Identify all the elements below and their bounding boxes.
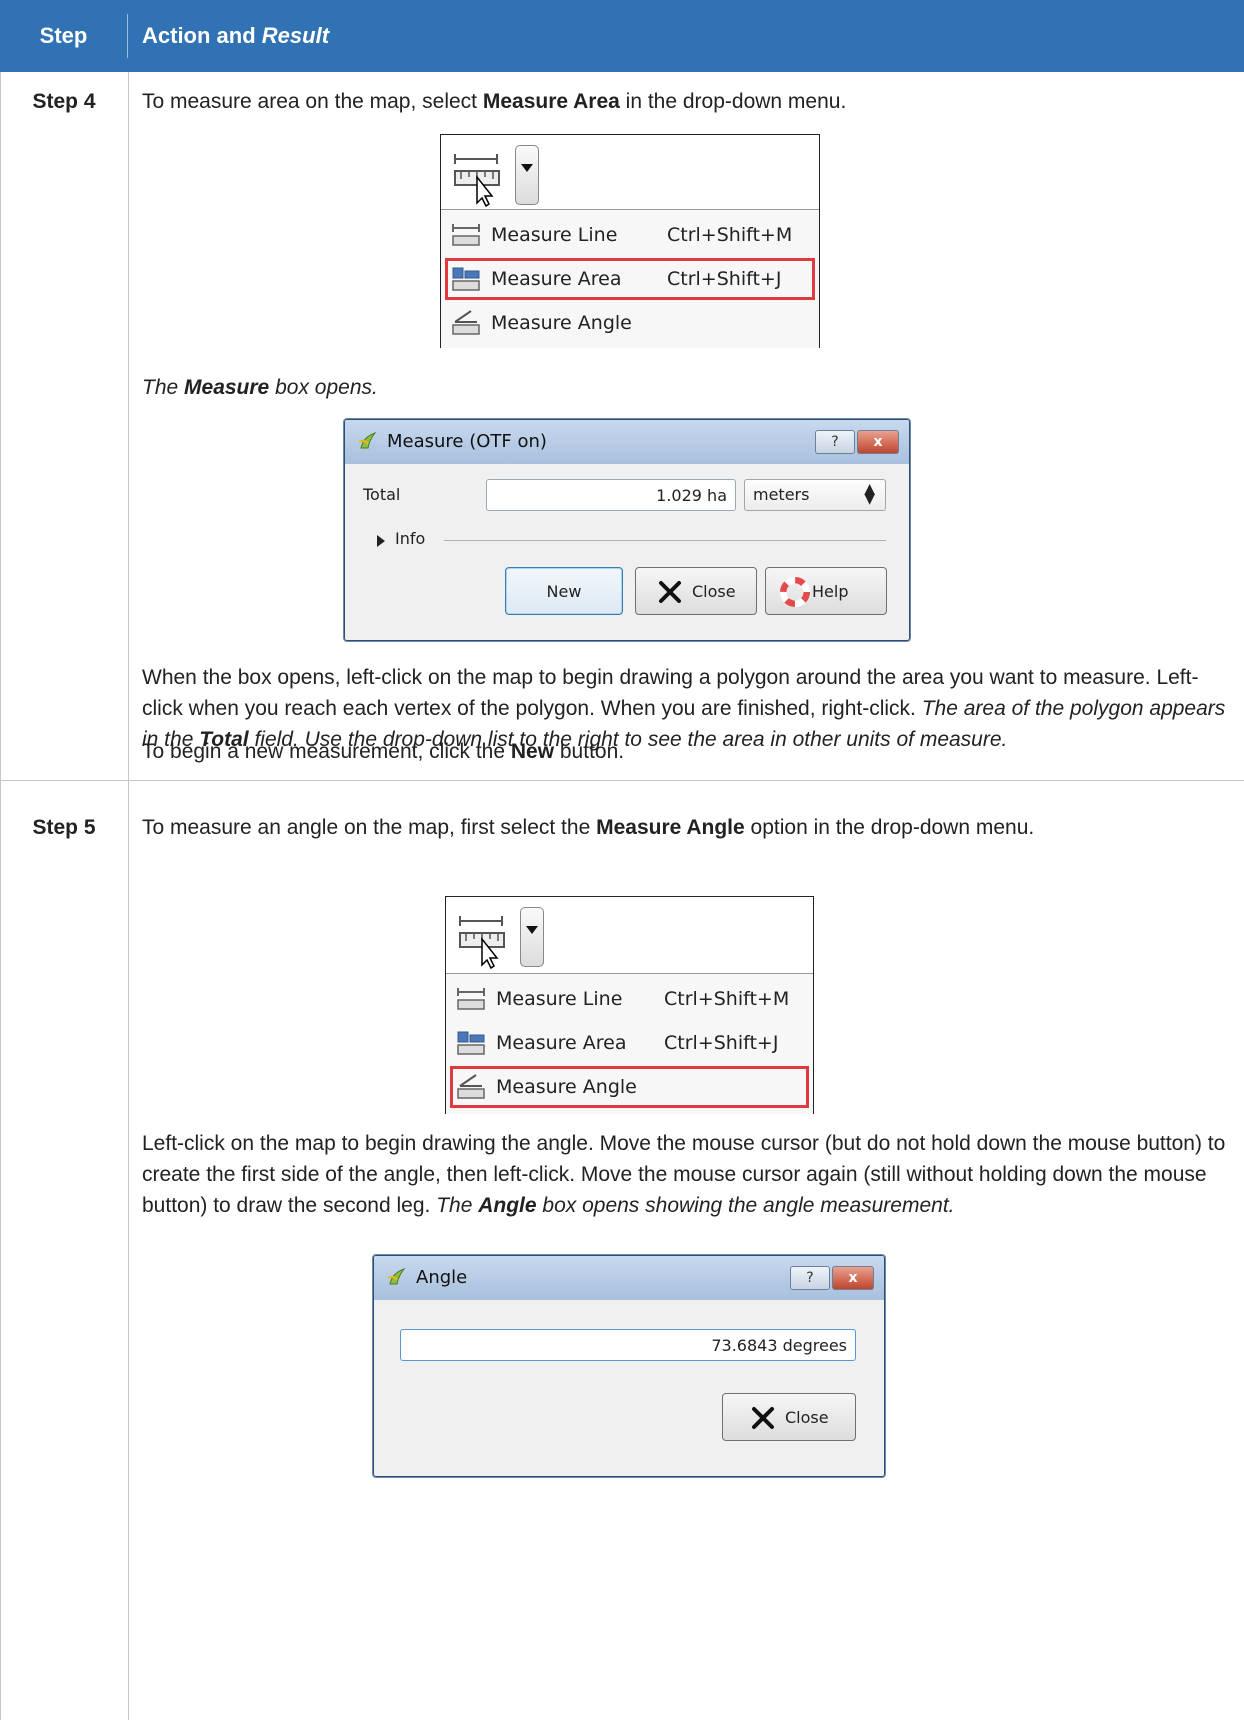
dropdown-arrow-button[interactable] [520,907,544,967]
step-5-intro-text: To measure an angle on the map, first se… [142,816,597,839]
angle-dialog-titlebar: Angle ? x [374,1256,884,1300]
total-field[interactable]: 1.029 ha [486,479,736,511]
lifebuoy-icon [780,577,810,607]
help-title-button[interactable]: ? [790,1266,830,1290]
close-button[interactable]: Close [722,1393,856,1441]
measure-menu: Measure Line Ctrl+Shift+M Measure Area C… [446,973,813,1114]
help-title-button[interactable]: ? [815,430,855,454]
menu-item-measure-angle[interactable]: Measure Angle [445,302,815,344]
step-4-intro-bold: Measure Area [482,90,620,113]
dropdown-arrow-button[interactable] [515,145,539,205]
new-instruction-end: button. [554,740,625,763]
menu-item-label: Measure Angle [491,312,632,334]
step-column-header: Step [39,23,88,48]
menu-item-shortcut: Ctrl+Shift+M [667,224,793,246]
total-label: Total [363,485,401,504]
header-divider [127,14,128,58]
step-5-intro: To measure an angle on the map, first se… [142,812,1237,843]
close-x-icon [752,1407,774,1429]
menu-item-label: Measure Area [496,1032,627,1054]
angle-dialog: Angle ? x 73.6843 degrees Close [372,1254,886,1478]
step-4-label: Step 4 [32,90,96,113]
step-4-result: The Measure box opens. [142,372,1237,403]
step-5-intro-end: option in the drop-down menu. [744,816,1035,839]
dialog-title: Angle [416,1267,468,1288]
step-5-label: Step 5 [32,816,96,839]
ruler-cursor-icon [454,154,500,207]
close-button[interactable]: Close [635,567,757,615]
measure-dropdown-screenshot: Measure Line Ctrl+Shift+M Measure Area C… [440,134,820,348]
measure-angle-icon [457,1074,485,1099]
measure-line-icon [452,224,480,246]
help-button[interactable]: Help [765,567,887,615]
step-4-intro-text: To measure area on the map, select [142,90,483,113]
measure-dialog-titlebar: Measure (OTF on) ? x [345,420,909,464]
close-button-label: Close [785,1408,829,1427]
column-divider [128,72,129,1720]
new-instruction-bold: New [510,740,555,763]
expand-triangle-icon[interactable] [377,535,385,547]
action-column-header: Action and Result [130,0,329,72]
unit-select[interactable]: meters ▲ ▼ [744,479,886,511]
document: Step Action and Result Step 4 To measure… [0,0,1244,1720]
updown-arrows-icon: ▲ ▼ [864,481,875,507]
menu-item-label: Measure Area [491,268,622,290]
close-x-icon [659,581,681,603]
info-separator [444,540,886,541]
measure-menu: Measure Line Ctrl+Shift+M Measure Area C… [441,209,819,348]
unit-select-value: meters [753,485,810,504]
result-text: The [142,376,185,399]
step-4-intro-end: in the drop-down menu. [619,90,847,113]
menu-item-label: Measure Angle [496,1076,637,1098]
measure-toolbar-button[interactable] [451,141,539,207]
instruction-italic-end: box opens showing the angle measurement. [536,1194,955,1217]
row-divider [0,780,1244,781]
measure-area-icon [457,1031,485,1055]
table-left-border [0,72,1,1720]
qgis-icon [358,431,377,449]
info-label: Info [395,529,426,548]
step-5-paragraph: Left-click on the map to begin drawing t… [142,1128,1237,1221]
angle-dialog-body: 73.6843 degrees Close [378,1301,880,1472]
menu-item-measure-line[interactable]: Measure Line Ctrl+Shift+M [445,214,815,256]
result-bold: Measure [184,376,270,399]
close-title-button[interactable]: x [832,1266,874,1290]
measure-area-icon [452,267,480,291]
action-header-italic: Result [261,23,330,48]
measure-dialog-body: Total 1.029 ha meters ▲▼ Info New Close [349,465,905,636]
instruction-italic: The [436,1194,479,1217]
new-instruction-text: To begin a new measurement, click the [142,740,511,763]
measure-dropdown-screenshot-2: Measure Line Ctrl+Shift+M Measure Area C… [445,896,814,1114]
help-button-label: Help [812,582,849,601]
chevron-down-icon [521,164,533,172]
step-4-new-instruction: To begin a new measurement, click the Ne… [142,736,1237,767]
menu-item-shortcut: Ctrl+Shift+M [664,988,790,1010]
menu-item-measure-area[interactable]: Measure Area Ctrl+Shift+J [445,258,815,300]
table-header: Step Action and Result [0,0,1244,72]
measure-toolbar-button[interactable] [456,903,544,969]
menu-item-label: Measure Line [491,224,618,246]
menu-item-shortcut: Ctrl+Shift+J [667,268,782,290]
menu-item-measure-area[interactable]: Measure Area Ctrl+Shift+J [450,1022,809,1064]
qgis-icon [387,1267,406,1285]
new-button[interactable]: New [505,567,623,615]
close-title-button[interactable]: x [857,430,899,454]
measure-dialog: Measure (OTF on) ? x Total 1.029 ha mete… [343,418,911,642]
menu-item-measure-line[interactable]: Measure Line Ctrl+Shift+M [450,978,809,1020]
ruler-cursor-icon [459,916,505,969]
angle-value-field[interactable]: 73.6843 degrees [400,1329,856,1361]
action-header-plain: Action and [142,23,262,48]
chevron-down-icon [526,926,538,934]
instruction-italic-bold: Angle [478,1194,537,1217]
result-text-end: box opens. [269,376,378,399]
measure-angle-icon [452,310,480,335]
close-button-label: Close [692,582,736,601]
measure-line-icon [457,988,485,1010]
dialog-title: Measure (OTF on) [387,431,547,452]
menu-item-shortcut: Ctrl+Shift+J [664,1032,779,1054]
menu-item-label: Measure Line [496,988,623,1010]
step-4-intro: To measure area on the map, select Measu… [142,86,1237,117]
menu-item-measure-angle[interactable]: Measure Angle [450,1066,809,1108]
step-5-intro-bold: Measure Angle [596,816,745,839]
